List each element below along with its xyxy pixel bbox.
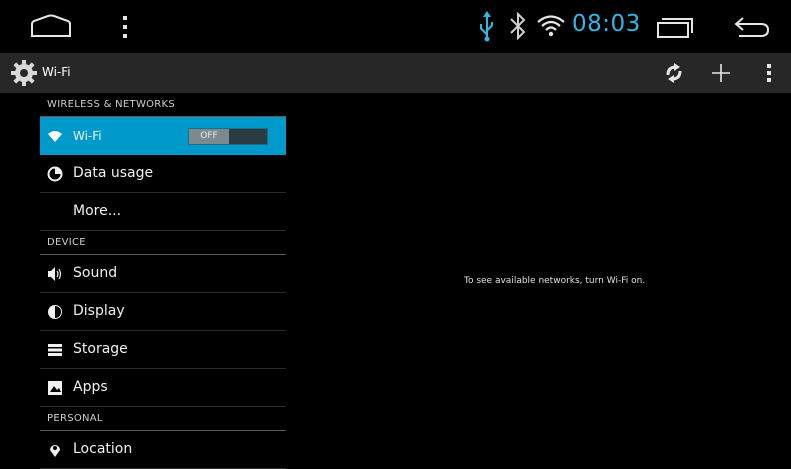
wifi-signal-icon	[537, 15, 565, 37]
sidebar-item-display[interactable]: Display	[40, 293, 286, 331]
settings-sidebar: WIRELESS & NETWORKS Wi-Fi OFF Data usage…	[40, 93, 286, 469]
home-icon[interactable]	[30, 14, 72, 38]
sound-icon	[48, 267, 62, 281]
overflow-menu-icon[interactable]	[765, 62, 773, 84]
sidebar-item-wifi[interactable]: Wi-Fi OFF	[40, 117, 286, 155]
add-icon[interactable]	[710, 62, 732, 84]
settings-gear-icon[interactable]	[10, 59, 38, 87]
sidebar-item-label: Data usage	[73, 165, 154, 181]
location-icon	[50, 445, 60, 457]
sidebar-item-label: Sound	[73, 265, 118, 281]
sidebar-item-label: Wi-Fi	[73, 129, 102, 143]
sidebar-item-sound[interactable]: Sound	[40, 255, 286, 293]
back-icon[interactable]	[733, 16, 771, 38]
sidebar-item-storage[interactable]: Storage	[40, 331, 286, 369]
system-bar: 08:03	[0, 0, 791, 53]
apps-icon	[48, 381, 62, 395]
sidebar-item-label: More...	[73, 203, 122, 219]
sidebar-item-apps[interactable]: Apps	[40, 369, 286, 407]
wifi-toggle[interactable]: OFF	[188, 128, 268, 145]
section-header-wireless: WIRELESS & NETWORKS	[40, 93, 286, 117]
display-icon	[48, 305, 62, 319]
storage-icon	[48, 344, 62, 356]
sidebar-item-label: Location	[73, 441, 133, 457]
wifi-off-message: To see available networks, turn Wi-Fi on…	[464, 276, 646, 286]
action-bar: Wi-Fi	[0, 53, 791, 93]
section-header-device: DEVICE	[40, 231, 286, 255]
sidebar-item-location[interactable]: Location	[40, 431, 286, 469]
sidebar-item-data-usage[interactable]: Data usage	[40, 155, 286, 193]
sidebar-item-more[interactable]: More...	[40, 193, 286, 231]
refresh-icon[interactable]	[663, 62, 685, 84]
section-header-personal: PERSONAL	[40, 407, 286, 431]
sidebar-item-label: Apps	[73, 379, 108, 395]
toggle-track	[229, 129, 267, 144]
status-time: 08:03	[572, 11, 641, 37]
wifi-icon	[48, 131, 62, 142]
toggle-state: OFF	[189, 129, 229, 144]
recent-apps-icon[interactable]	[655, 17, 695, 39]
sidebar-item-label: Display	[73, 303, 125, 319]
bluetooth-icon	[510, 12, 526, 40]
page-title: Wi-Fi	[42, 65, 71, 79]
sidebar-item-label: Storage	[73, 341, 128, 357]
data-usage-icon	[47, 166, 63, 182]
usb-icon	[480, 11, 493, 42]
menu-icon[interactable]	[120, 15, 130, 39]
